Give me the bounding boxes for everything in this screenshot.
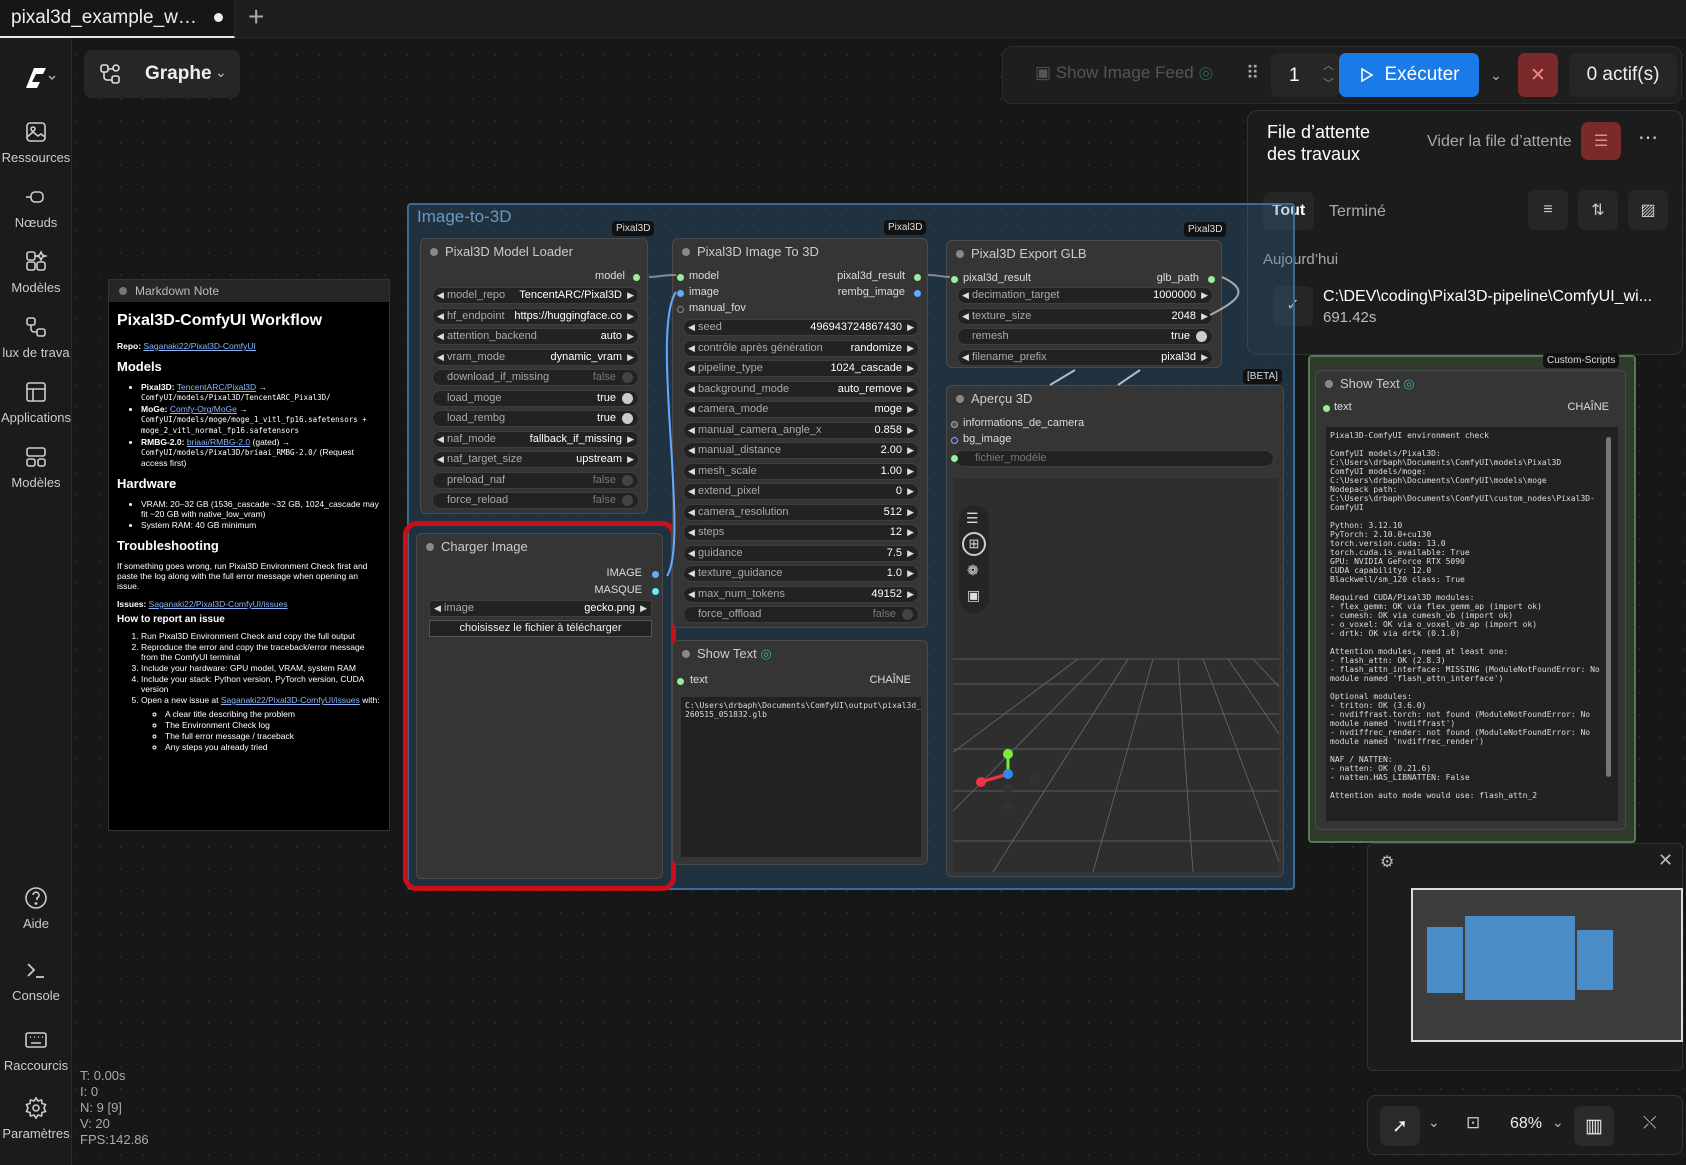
- minimap-viewport[interactable]: [1411, 888, 1683, 1042]
- canvas-controls: ➚ ⌄ ⊡ 68% ⌄ ▥ ⤬: [1367, 1095, 1683, 1155]
- minimap-settings-icon[interactable]: ⚙: [1380, 852, 1394, 872]
- select-tool-icon[interactable]: ➚: [1380, 1106, 1420, 1146]
- close-icon[interactable]: ✕: [1658, 850, 1673, 871]
- minimap-node: [1465, 916, 1575, 1000]
- zoom-level[interactable]: 68%: [1510, 1115, 1542, 1133]
- minimap-node: [1577, 930, 1613, 990]
- stat-line: FPS:142.86: [80, 1132, 149, 1147]
- hide-links-icon[interactable]: ⤬: [1643, 1113, 1657, 1133]
- perf-stats: T: 0.00s I: 0 N: 9 [9] V: 20 FPS:142.86: [80, 1068, 149, 1148]
- stat-line: N: 9 [9]: [80, 1100, 122, 1115]
- fit-view-icon[interactable]: ⊡: [1466, 1113, 1480, 1133]
- minimap-panel[interactable]: ⚙ ✕: [1367, 843, 1683, 1071]
- chevron-down-icon[interactable]: ⌄: [1552, 1114, 1564, 1131]
- chevron-down-icon[interactable]: ⌄: [1428, 1114, 1440, 1131]
- minimap-node: [1427, 927, 1463, 993]
- stat-line: V: 20: [80, 1116, 110, 1131]
- stat-line: I: 0: [80, 1084, 99, 1099]
- map-toggle-icon[interactable]: ▥: [1574, 1106, 1614, 1146]
- stat-line: T: 0.00s: [80, 1068, 126, 1083]
